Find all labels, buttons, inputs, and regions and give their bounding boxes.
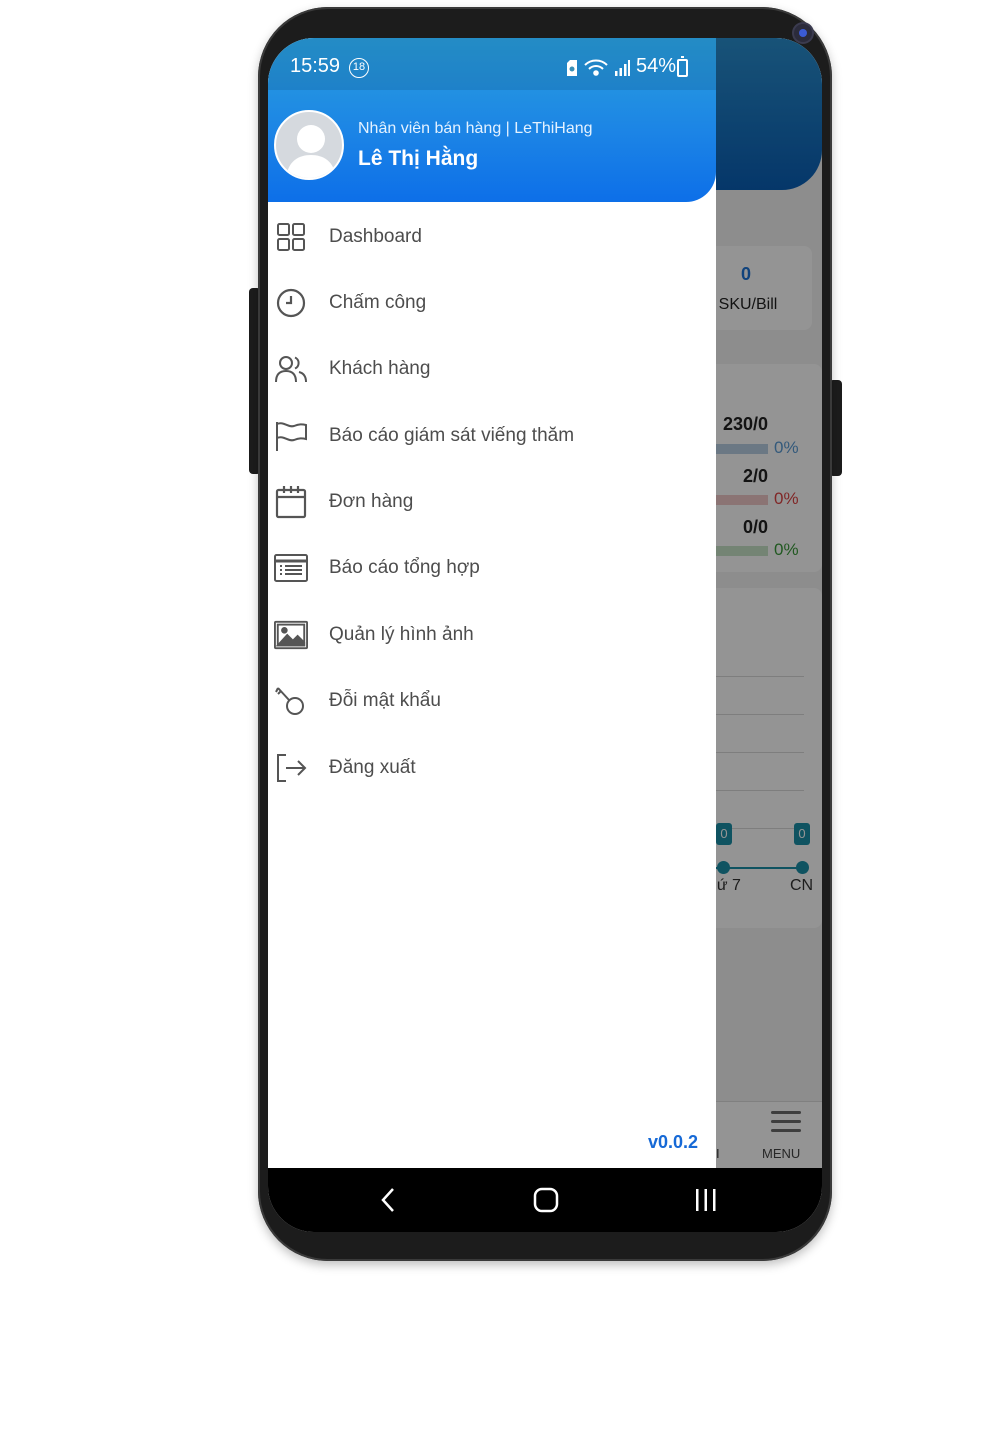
menu-label: Dashboard [329,226,422,247]
user-role: Nhân viên bán hàng | LeThiHang [358,120,593,137]
clock-icon [274,286,308,320]
menu-label: Đăng xuất [329,757,416,778]
menu-item-cham-cong[interactable]: Chấm công [268,270,716,336]
report-list-icon [274,551,308,585]
navigation-drawer: Nhân viên bán hàng | LeThiHang Lê Thị Hằ… [268,38,716,1168]
wifi-icon [584,59,608,76]
key-icon [274,684,308,718]
menu-label: Đỗi mật khẩu [329,690,441,711]
battery-icon [677,56,688,77]
notification-count-badge: 18 [349,58,369,78]
recents-button[interactable] [686,1182,726,1218]
menu-label: Khách hàng [329,358,431,379]
users-icon [274,352,308,386]
menu-label: Báo cáo tổng hợp [329,557,480,578]
home-icon [533,1187,559,1213]
chevron-left-icon [381,1188,394,1212]
person-icon [286,125,336,178]
back-button[interactable] [368,1182,408,1218]
sim-lock-icon [567,60,577,76]
calendar-icon [274,485,308,519]
menu-item-doi-mat-khau[interactable]: Đỗi mật khẩu [268,668,716,734]
app-version: v0.0.2 [648,1132,699,1152]
system-navigation-bar [268,1168,822,1232]
menu-item-bao-cao-tong-hop[interactable]: Báo cáo tổng hợp [268,535,716,601]
menu-label: Quản lý hình ảnh [329,624,474,645]
avatar[interactable] [274,110,344,180]
status-time: 15:59 [290,55,341,77]
status-bar: 15:59 18 54% [268,38,822,90]
image-icon [274,618,308,652]
battery-percent: 54% [636,55,677,77]
user-name: Lê Thị Hằng [358,147,479,170]
menu-item-dang-xuat[interactable]: Đăng xuất [268,735,716,801]
screen: 0 SKU/Bill 230/0 0% 2/0 0% 0/0 0% 0 0 hứ… [268,38,822,1232]
flag-icon [274,419,308,453]
signal-icon [615,60,630,76]
status-icons [566,56,630,80]
menu-item-quan-ly-hinh-anh[interactable]: Quản lý hình ảnh [268,602,716,668]
menu-item-don-hang[interactable]: Đơn hàng [268,469,716,535]
menu-label: Báo cáo giám sát viếng thăm [329,425,575,446]
menu-label: Đơn hàng [329,491,414,512]
menu-label: Chấm công [329,292,427,313]
home-button[interactable] [526,1182,566,1218]
recents-icon [696,1189,716,1211]
menu-item-bao-cao-giam-sat[interactable]: Báo cáo giám sát viếng thăm [268,403,716,469]
logout-icon [274,751,308,785]
menu-item-khach-hang[interactable]: Khách hàng [268,336,716,402]
grid-icon [274,220,308,254]
menu-item-dashboard[interactable]: Dashboard [268,204,716,270]
